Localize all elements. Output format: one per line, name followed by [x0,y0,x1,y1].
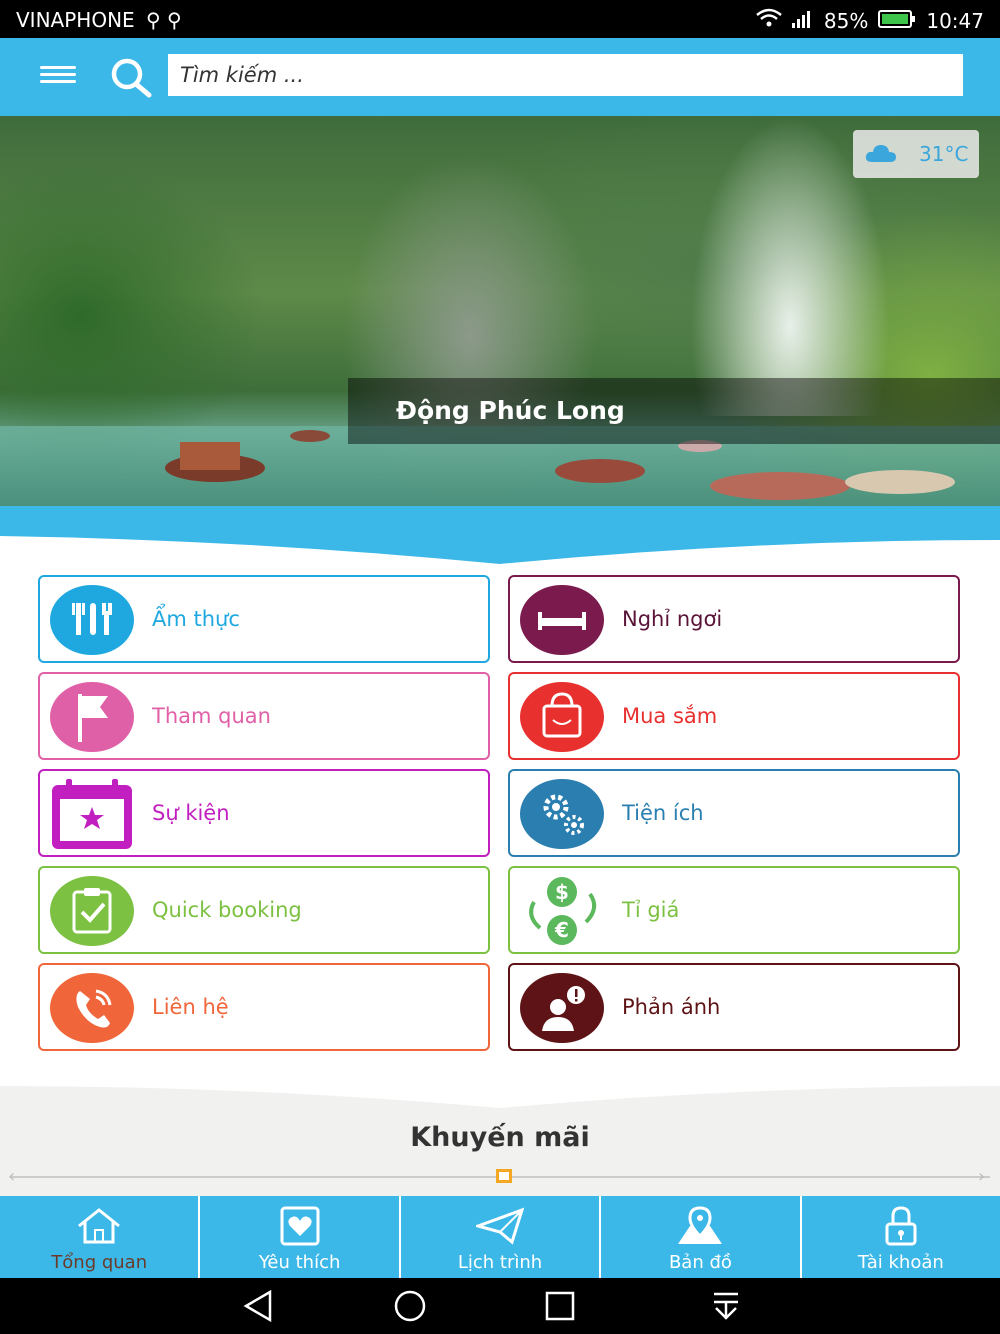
weather-temperature: 31°C [919,142,969,166]
currency-exchange-icon: $ € [520,876,604,946]
category-label: Quick booking [152,898,302,922]
app-bar [0,38,1000,116]
svg-text:$: $ [555,880,569,904]
map-pin-icon [678,1206,723,1244]
gears-icon [520,779,604,849]
category-lien-he[interactable]: Liên hệ [38,963,490,1051]
bottom-tab-bar: Tổng quan Yêu thích Lịch trình Bản đồ Tà… [0,1196,1000,1278]
tab-ban-do[interactable]: Bản đồ [601,1196,802,1278]
category-tham-quan[interactable]: Tham quan [38,672,490,760]
bed-icon [520,585,604,655]
clipboard-check-icon [50,876,134,946]
promo-prev-icon[interactable]: ‹ [8,1166,15,1187]
utensils-icon [50,585,134,655]
promo-wave [0,1082,1000,1108]
hero-caption: Động Phúc Long [348,378,1000,444]
category-label: Ẩm thực [152,607,240,631]
heart-icon [280,1206,320,1246]
category-su-kien[interactable]: Sự kiện [38,769,490,857]
signal-icon [791,9,814,33]
tab-yeu-thich[interactable]: Yêu thích [200,1196,401,1278]
lock-icon [885,1206,917,1246]
category-label: Sự kiện [152,801,230,825]
category-label: Tham quan [152,704,271,728]
phone-icon [50,973,134,1043]
home-button-icon[interactable] [390,1288,430,1324]
notification-pull-icon[interactable] [706,1288,746,1324]
tab-tai-khoan[interactable]: Tài khoản [802,1196,1000,1278]
category-mua-sam[interactable]: Mua sắm [508,672,960,760]
category-label: Phản ánh [622,995,721,1019]
tab-label: Yêu thích [258,1252,341,1273]
search-icon[interactable] [108,56,156,100]
promo-title: Khuyến mãi [410,1122,590,1153]
wifi-icon [756,8,782,33]
promo-page-indicator[interactable] [496,1169,512,1183]
category-tien-ich[interactable]: Tiện ích [508,769,960,857]
hero-wave-divider [0,506,1000,564]
category-label: Tỉ giá [622,898,680,922]
cloud-icon [865,145,896,162]
calendar-star-icon [50,779,134,849]
category-phan-anh[interactable]: Phản ánh [508,963,960,1051]
category-label: Nghỉ ngơi [622,607,723,631]
category-label: Mua sắm [622,704,718,728]
battery-icon [878,9,916,33]
hero-caption-text: Động Phúc Long [396,396,625,425]
tab-tong-quan[interactable]: Tổng quan [0,1196,201,1278]
category-label: Liên hệ [152,995,229,1019]
category-label: Tiện ích [622,801,704,825]
usb-icon: ⚲ ⚲ [146,8,182,32]
promo-next-icon[interactable]: › [978,1166,985,1187]
hamburger-menu-icon[interactable] [40,62,76,92]
shopping-bag-icon [520,682,604,752]
recents-icon[interactable] [540,1288,580,1324]
flag-icon [50,682,134,752]
back-icon[interactable] [240,1288,280,1324]
svg-text:€: € [554,918,569,942]
home-icon [78,1208,121,1244]
battery-level: 85% [823,8,869,33]
tab-label: Tổng quan [51,1252,148,1273]
carrier-name: VINAPHONE [16,8,135,32]
tab-label: Lịch trình [457,1252,543,1273]
category-nghi-ngoi[interactable]: Nghỉ ngơi [508,575,960,663]
hero-banner[interactable]: 31°C Động Phúc Long [0,116,1000,508]
system-nav-bar [0,1278,1000,1334]
clock: 10:47 [926,8,984,33]
search-input[interactable] [168,54,963,96]
status-bar: VINAPHONE ⚲ ⚲ 85% 10:47 [0,0,1000,38]
tab-label: Tài khoản [857,1252,944,1273]
tab-label: Bản đồ [668,1252,732,1273]
category-ti-gia[interactable]: $ € Tỉ giá [508,866,960,954]
paper-plane-icon [476,1207,525,1245]
tab-lich-trinh[interactable]: Lịch trình [401,1196,602,1278]
category-quick-booking[interactable]: Quick booking [38,866,490,954]
user-alert-icon [520,973,604,1043]
category-am-thuc[interactable]: Ẩm thực [38,575,490,663]
weather-widget[interactable]: 31°C [853,130,979,178]
